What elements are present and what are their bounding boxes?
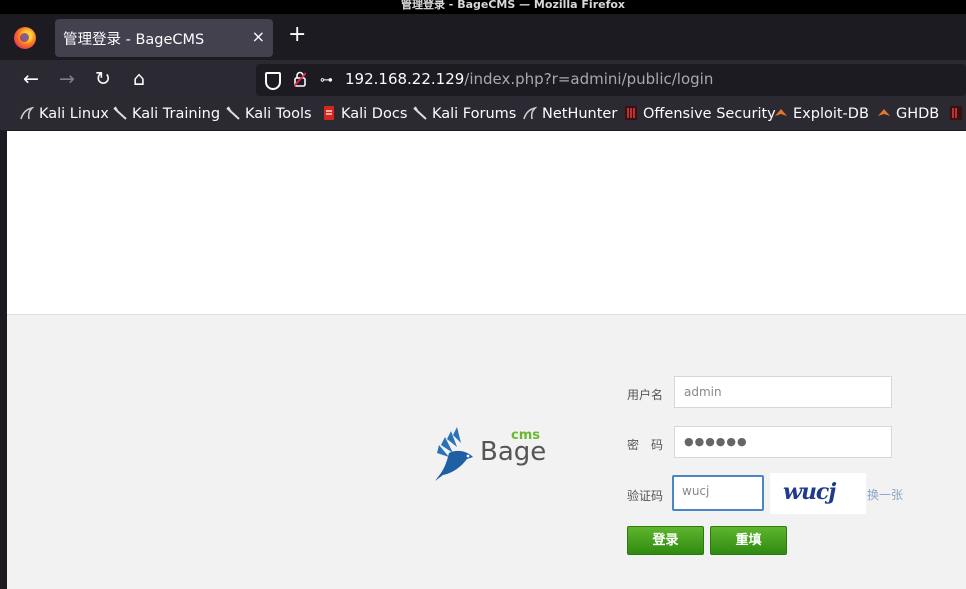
kali-icon xyxy=(413,106,427,120)
bookmark-kali-docs[interactable]: Kali Docs xyxy=(322,106,407,122)
tracking-protection-shield-icon[interactable] xyxy=(265,72,281,90)
url-path: /index.php?r=admini/public/login xyxy=(464,70,714,88)
captcha-image[interactable]: wucj xyxy=(770,473,866,514)
navigation-toolbar: ← → ↻ ⌂ ⊶ 192.168.22.129/index.php?r=adm… xyxy=(0,60,966,100)
bookmark-offensive-security[interactable]: Offensive Security xyxy=(624,106,776,122)
password-input[interactable]: ●●●●●● xyxy=(674,426,892,458)
page-header-area xyxy=(7,131,966,315)
captcha-label: 验证码 xyxy=(627,489,664,503)
refresh-captcha-link[interactable]: 换一张 xyxy=(867,486,903,503)
kali-icon xyxy=(226,106,240,120)
tab-close-icon[interactable]: × xyxy=(252,27,265,46)
offsec-icon xyxy=(950,106,962,120)
bird-logo-icon xyxy=(435,427,473,481)
tab-strip: 管理登录 - BageCMS × + xyxy=(0,14,966,60)
kali-icon xyxy=(113,106,127,120)
offsec-icon xyxy=(625,106,637,120)
back-button[interactable]: ← xyxy=(20,68,42,90)
tab-title: 管理登录 - BageCMS xyxy=(63,32,205,48)
bookmark-kali-linux[interactable]: Kali Linux xyxy=(20,106,109,122)
forward-button[interactable]: → xyxy=(56,68,78,90)
bagecms-logo: cms Bage xyxy=(431,423,551,485)
tab-active[interactable]: 管理登录 - BageCMS × xyxy=(55,19,273,57)
insecure-lock-icon[interactable] xyxy=(294,71,306,87)
captcha-image-text: wucj xyxy=(783,479,836,505)
key-icon[interactable]: ⊶ xyxy=(320,73,333,88)
page-content: cms Bage 用户名 admin 密 码 ●●●●●● 验证码 wucj w… xyxy=(7,131,966,589)
bookmark-label: NetHunter xyxy=(542,106,618,122)
bookmark-label: Kali Linux xyxy=(39,106,109,122)
kali-dragon-icon xyxy=(523,106,537,120)
username-input[interactable]: admin xyxy=(674,376,892,408)
bookmark-label: Kali Forums xyxy=(432,106,517,122)
bookmark-kali-tools[interactable]: Kali Tools xyxy=(226,106,312,122)
bookmark-kali-forums[interactable]: Kali Forums xyxy=(413,106,516,122)
bookmark-label: Kali Docs xyxy=(341,106,408,122)
bookmark-label: Exploit-DB xyxy=(793,106,869,122)
logo-text: Bage xyxy=(480,437,547,467)
reload-button[interactable]: ↻ xyxy=(92,68,114,90)
window-left-edge xyxy=(0,131,7,589)
bookmark-exploit-db[interactable]: Exploit-DB xyxy=(774,106,869,122)
bookmark-label: Kali Training xyxy=(132,106,221,122)
firefox-menu-icon[interactable] xyxy=(14,27,36,49)
bookmark-nethunter[interactable]: NetHunter xyxy=(523,106,617,122)
bookmark-label: GHDB xyxy=(896,106,940,122)
bookmark-label: Kali Tools xyxy=(245,106,312,122)
captcha-input[interactable]: wucj xyxy=(672,475,764,511)
ghdb-icon xyxy=(878,109,890,116)
bookmarks-toolbar: Kali Linux Kali Training Kali Tools Kali… xyxy=(0,100,966,130)
reset-button[interactable]: 重填 xyxy=(710,526,787,555)
kali-dragon-icon xyxy=(20,106,34,120)
new-tab-button[interactable]: + xyxy=(288,24,306,46)
window-title: 管理登录 - BageCMS — Mozilla Firefox xyxy=(400,0,626,11)
login-button[interactable]: 登录 xyxy=(627,526,704,555)
bookmark-label: Offensive Security xyxy=(643,106,776,122)
kali-docs-icon xyxy=(324,106,334,120)
home-button[interactable]: ⌂ xyxy=(128,68,150,90)
bookmark-overflow[interactable] xyxy=(949,106,966,122)
password-label: 密 码 xyxy=(627,438,664,452)
url-text[interactable]: 192.168.22.129/index.php?r=admini/public… xyxy=(345,70,713,88)
bookmark-kali-training[interactable]: Kali Training xyxy=(113,106,220,122)
url-bar[interactable]: ⊶ 192.168.22.129/index.php?r=admini/publ… xyxy=(256,64,966,96)
exploit-db-icon xyxy=(775,109,787,116)
username-label: 用户名 xyxy=(627,388,664,402)
window-titlebar: 管理登录 - BageCMS — Mozilla Firefox xyxy=(0,0,966,14)
url-host: 192.168.22.129 xyxy=(345,70,465,88)
bookmark-ghdb[interactable]: GHDB xyxy=(877,106,939,122)
